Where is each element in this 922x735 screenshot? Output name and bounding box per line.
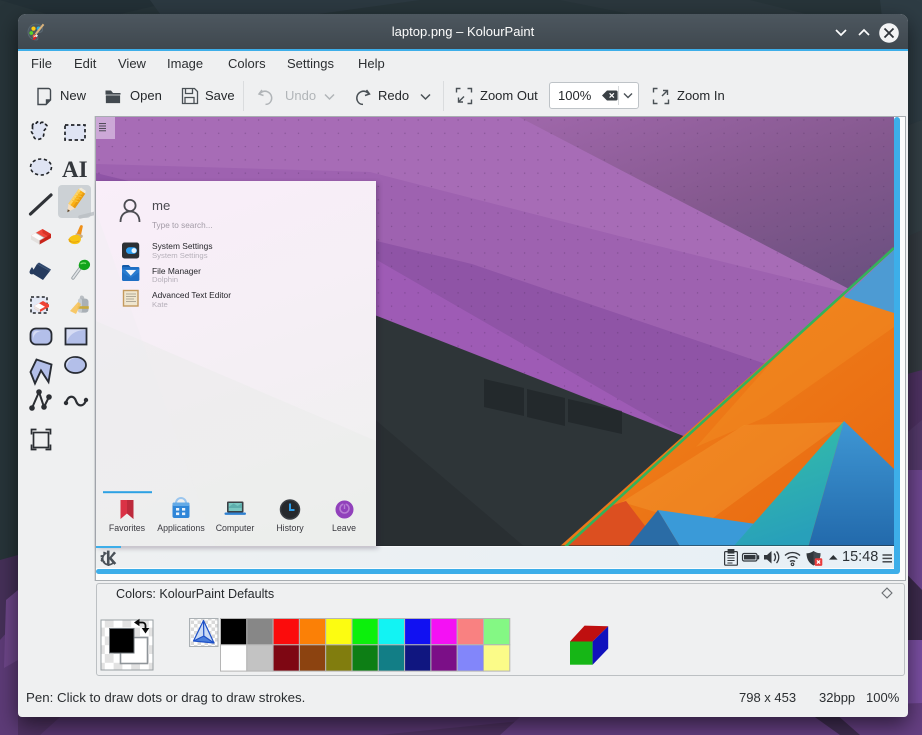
- svg-text:AI: AI: [62, 157, 88, 182]
